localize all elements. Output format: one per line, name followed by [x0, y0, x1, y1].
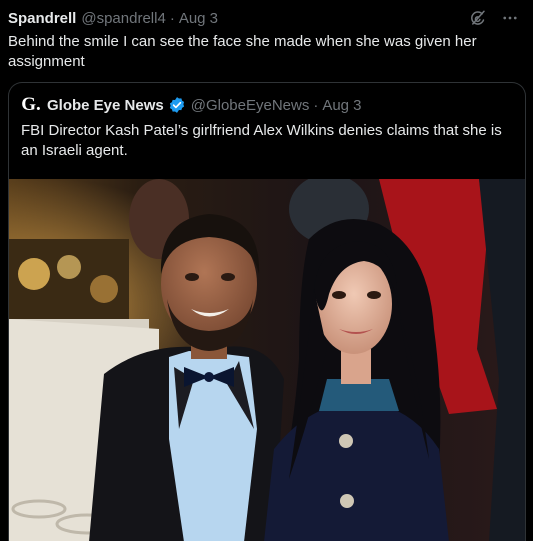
author-handle[interactable]: @spandrell4 [81, 10, 165, 27]
quoted-author-handle[interactable]: @GlobeEyeNews [191, 97, 310, 114]
separator-dot: · [169, 9, 175, 27]
tweet-header: Spandrell @spandrell4 · Aug 3 [8, 8, 525, 28]
quoted-tweet[interactable]: G. Globe Eye News @GlobeEyeNews · Aug 3 … [8, 82, 526, 541]
grok-icon[interactable] [469, 9, 487, 27]
quoted-timestamp[interactable]: Aug 3 [322, 97, 361, 114]
quoted-separator-dot: · [313, 96, 319, 114]
tweet[interactable]: Spandrell @spandrell4 · Aug 3 Behind the… [0, 0, 533, 541]
verified-badge-icon [168, 96, 186, 114]
more-icon[interactable] [501, 9, 519, 27]
tweet-text: Behind the smile I can see the face she … [8, 33, 477, 70]
timestamp[interactable]: Aug 3 [179, 10, 218, 27]
globe-eye-logo[interactable]: G. [21, 94, 41, 115]
quoted-author-name[interactable]: Globe Eye News [47, 97, 164, 114]
quoted-photo[interactable] [9, 179, 525, 541]
quoted-text: FBI Director Kash Patel’s girlfriend Ale… [21, 122, 502, 159]
quoted-header: G. Globe Eye News @GlobeEyeNews · Aug 3 [21, 94, 525, 115]
author-name[interactable]: Spandrell [8, 10, 76, 27]
header-actions [469, 9, 519, 27]
